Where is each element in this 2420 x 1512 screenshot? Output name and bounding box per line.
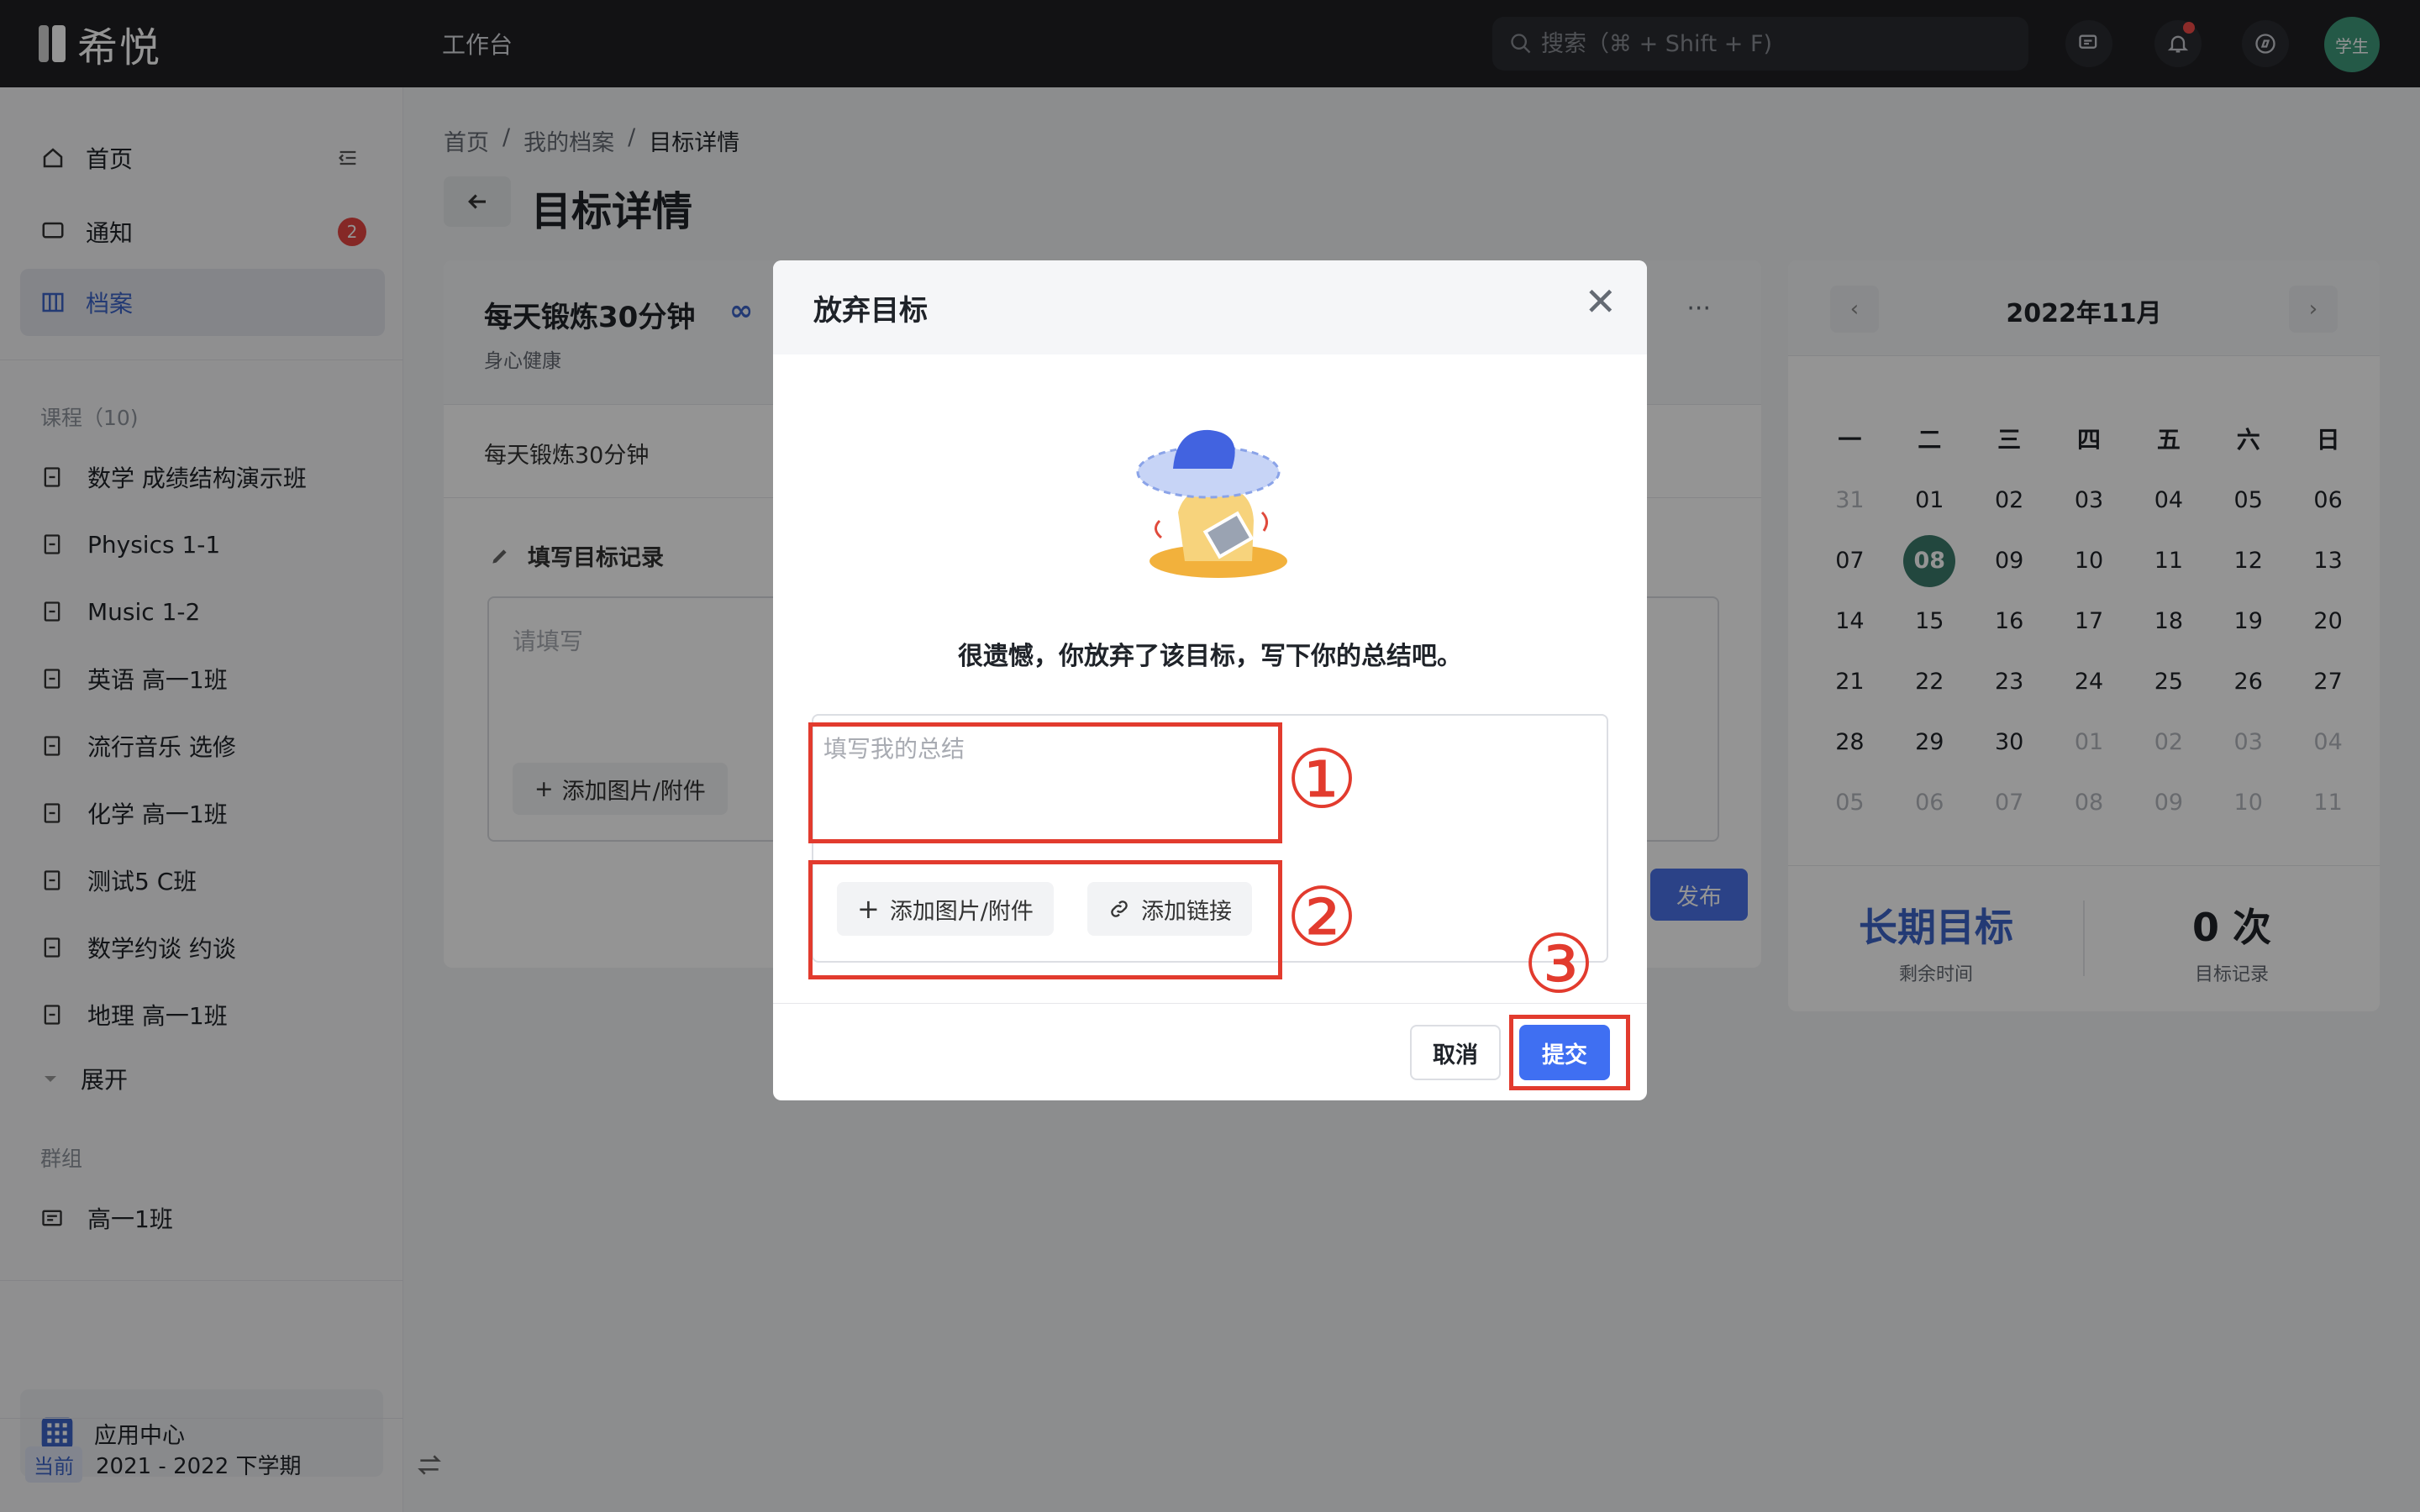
dialog-message: 很遗憾，你放弃了该目标，写下你的总结吧。 (958, 642, 1462, 671)
dialog-footer-divider (773, 1003, 1647, 1004)
annotation-number-1: ① (1286, 732, 1359, 827)
dialog-header: 放弃目标 ✕ (773, 260, 1647, 354)
annotation-box-3 (1509, 1015, 1630, 1090)
dialog-title: 放弃目标 (813, 294, 928, 328)
annotation-number-3: ③ (1523, 917, 1596, 1011)
cancel-button[interactable]: 取消 (1410, 1025, 1501, 1080)
annotation-box-1 (808, 722, 1282, 843)
close-icon[interactable]: ✕ (1584, 282, 1617, 321)
annotation-number-2: ② (1286, 870, 1359, 964)
abandon-illustration (1136, 429, 1287, 578)
annotation-box-2 (808, 860, 1282, 979)
